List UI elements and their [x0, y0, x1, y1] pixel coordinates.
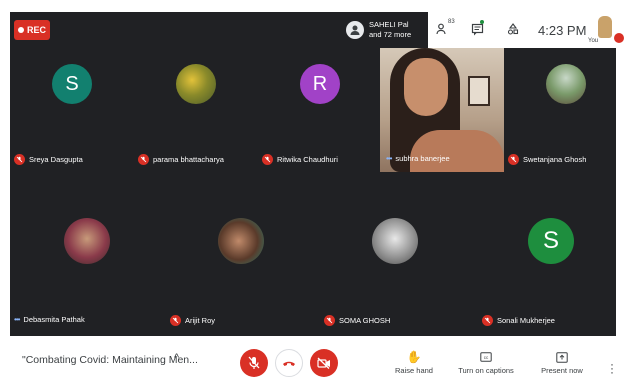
raise-hand-button[interactable]: ✋ Raise hand: [379, 348, 449, 375]
others-first-name: SAHELI Pal: [369, 20, 409, 29]
hang-up-icon: [283, 361, 295, 366]
mic-off-icon: [14, 154, 25, 165]
activities-icon[interactable]: [504, 20, 522, 38]
captions-icon: cc: [480, 348, 492, 366]
recording-badge: REC: [14, 20, 50, 40]
captions-button[interactable]: cc Turn on captions: [451, 348, 521, 375]
participant-name: Arijit Roy: [185, 316, 216, 325]
participant-tile[interactable]: parama bhattacharya: [132, 40, 254, 165]
mic-off-icon: [324, 315, 335, 326]
avatar: S: [528, 218, 574, 264]
leave-call-button[interactable]: [275, 349, 303, 377]
participant-name-row: Sonali Mukherjee: [482, 315, 555, 326]
avatar: S: [52, 64, 92, 104]
more-options-icon[interactable]: · · ·: [610, 358, 614, 378]
camera-off-icon: [317, 357, 330, 369]
meeting-stage: REC S Sreya Dasgupta parama bhattacharya…: [0, 0, 624, 340]
captions-label: Turn on captions: [458, 366, 514, 375]
audio-level-icon: •••: [386, 154, 392, 163]
others-more: and 72 more: [369, 30, 412, 39]
participant-name: parama bhattacharya: [153, 155, 224, 164]
recording-label: REC: [26, 25, 46, 35]
participant-name-row: Sreya Dasgupta: [14, 154, 83, 165]
self-avatar: [598, 16, 612, 38]
self-label: You: [588, 38, 599, 44]
wall-frame: [468, 76, 490, 106]
participant-tile[interactable]: SOMA GHOSH: [318, 196, 440, 326]
raise-hand-label: Raise hand: [395, 366, 433, 375]
participant-tile[interactable]: R Ritwika Chaudhuri: [256, 40, 378, 165]
participant-name: Sreya Dasgupta: [29, 155, 83, 164]
audio-level-icon: •••: [14, 315, 20, 324]
participant-name: Sonali Mukherjee: [497, 316, 555, 325]
mic-toggle-button[interactable]: [240, 349, 268, 377]
participant-name-row: ••• Debasmita Pathak: [14, 315, 85, 324]
mic-off-icon: [138, 154, 149, 165]
present-button[interactable]: Present now: [527, 348, 597, 375]
participant-tile[interactable]: Arijit Roy: [160, 196, 282, 326]
participant-tile[interactable]: Swetanjana Ghosh: [504, 40, 624, 165]
svg-text:cc: cc: [484, 355, 489, 360]
avatar: [64, 218, 110, 264]
record-dot-icon: [17, 27, 24, 33]
avatar: [176, 64, 216, 104]
participant-name: SOMA GHOSH: [339, 316, 391, 325]
participant-name: Swetanjana Ghosh: [523, 155, 587, 164]
camera-toggle-button[interactable]: [310, 349, 338, 377]
mic-off-icon: [508, 154, 519, 165]
participant-name-row: ••• subhra banerjee: [386, 154, 450, 163]
participant-tile[interactable]: S Sreya Dasgupta: [10, 40, 132, 165]
participant-name-row: Swetanjana Ghosh: [508, 154, 586, 165]
other-participants-chip[interactable]: SAHELI Pal and 72 more: [343, 12, 428, 48]
avatar: [546, 64, 586, 104]
mic-off-icon: [262, 154, 273, 165]
meeting-title[interactable]: "Combating Covid: Maintaining Men...: [22, 354, 198, 366]
chevron-up-icon[interactable]: ^: [174, 352, 179, 364]
bottom-bar: "Combating Covid: Maintaining Men... ^ ✋…: [0, 340, 624, 385]
participant-name: Ritwika Chaudhuri: [277, 155, 338, 164]
avatar: R: [300, 64, 340, 104]
participants-count: 83: [448, 19, 455, 25]
clock-time: 4:23 PM: [538, 22, 587, 38]
participant-name-row: Arijit Roy: [170, 315, 215, 326]
participant-name: subhra banerjee: [395, 154, 450, 163]
participant-name: Debasmita Pathak: [23, 315, 85, 324]
chat-notification-dot: [480, 20, 484, 24]
participant-name-row: parama bhattacharya: [138, 154, 224, 165]
mic-off-icon: [170, 315, 181, 326]
participant-avatar-icon: [346, 21, 364, 39]
avatar: [372, 218, 418, 264]
avatar: [218, 218, 264, 264]
present-label: Present now: [541, 366, 583, 375]
participant-name-row: SOMA GHOSH: [324, 315, 390, 326]
hand-icon: ✋: [406, 350, 422, 364]
present-icon: [556, 348, 568, 366]
self-view[interactable]: You: [588, 14, 624, 48]
participant-video[interactable]: [380, 40, 504, 172]
self-mic-off-icon: [614, 33, 624, 43]
mic-off-icon: [482, 315, 493, 326]
mic-off-icon: [248, 356, 260, 369]
participant-name-row: Ritwika Chaudhuri: [262, 154, 338, 165]
participant-tile[interactable]: ••• Debasmita Pathak: [10, 196, 132, 324]
participant-tile[interactable]: S Sonali Mukherjee: [478, 196, 600, 326]
